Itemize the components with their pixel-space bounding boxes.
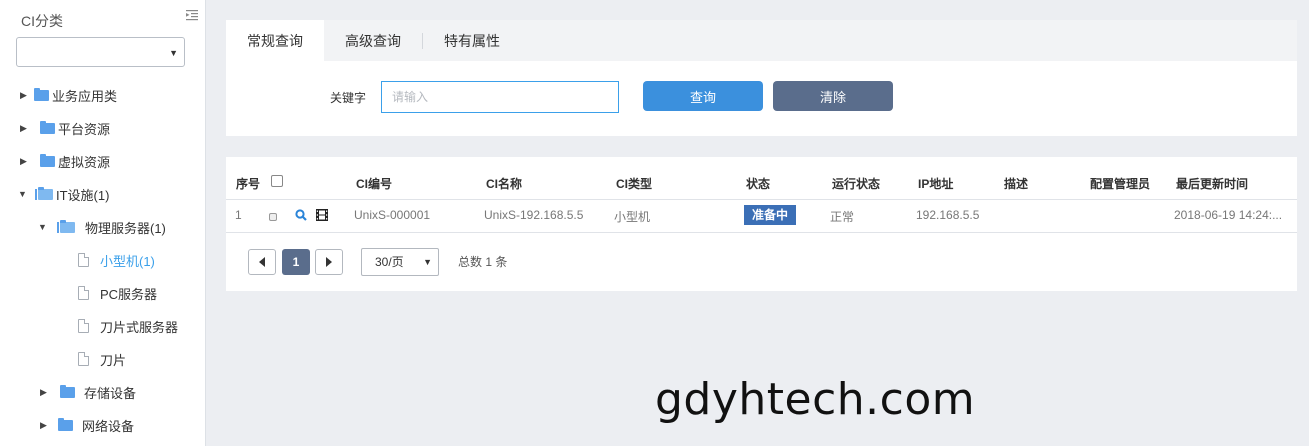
ci-category-sidebar: CI分类 ▼ ▶ 业务应用类 ▶ 平台资源 ▶ 虚拟资源 ▼ IT设施(1) ▼…	[0, 0, 206, 446]
folder-icon	[60, 384, 75, 398]
expand-arrow-icon[interactable]: ▶	[20, 156, 34, 167]
tree-node-it-facilities[interactable]: ▼ IT设施(1)	[18, 183, 109, 205]
tree-node-label: 小型机(1)	[100, 253, 155, 269]
keyword-input[interactable]	[381, 81, 619, 113]
folder-icon	[40, 120, 55, 134]
col-header-run-status[interactable]: 运行状态	[832, 175, 880, 192]
category-select[interactable]: ▼	[16, 37, 185, 67]
tab-basic-query[interactable]: 常规查询	[226, 20, 324, 61]
cell-run-status: 正常	[830, 210, 855, 224]
col-header-ci-id[interactable]: CI编号	[356, 175, 392, 192]
file-icon	[78, 319, 89, 333]
expand-arrow-icon[interactable]: ▶	[40, 420, 54, 431]
status-badge: 准备中	[744, 205, 796, 225]
tree-node-label: 业务应用类	[52, 88, 118, 104]
current-page-button[interactable]: 1	[282, 249, 310, 275]
tree-node-label: 刀片式服务器	[100, 319, 179, 335]
tab-advanced-query[interactable]: 高级查询	[324, 20, 422, 61]
query-button[interactable]: 查询	[643, 81, 763, 111]
tree-node-label: IT设施(1)	[56, 187, 110, 203]
collapse-sidebar-icon[interactable]	[186, 9, 198, 21]
tree-node-blade[interactable]: 刀片	[78, 348, 126, 370]
collapse-arrow-icon[interactable]: ▼	[18, 189, 32, 199]
tree-node-label: 平台资源	[58, 121, 111, 137]
page-size-value: 30/页	[375, 255, 404, 269]
tree-node-minicomputer[interactable]: 小型机(1)	[78, 249, 155, 271]
chevron-right-icon	[326, 257, 332, 267]
chevron-down-icon: ▼	[169, 48, 178, 58]
expand-arrow-icon[interactable]: ▶	[20, 90, 34, 101]
next-page-button[interactable]	[315, 249, 343, 275]
cell-ci-type: 小型机	[614, 210, 651, 224]
search-tabs: 常规查询 高级查询 特有属性	[226, 20, 1297, 61]
cell-index: 1	[235, 208, 242, 222]
tree-node-label: 存储设备	[84, 385, 137, 401]
prev-page-button[interactable]	[248, 249, 276, 275]
cell-updated: 2018-06-19 14:24:...	[1174, 208, 1283, 222]
col-header-description[interactable]: 描述	[1004, 175, 1028, 192]
folder-open-icon	[57, 219, 75, 233]
folder-icon	[58, 417, 73, 431]
expand-arrow-icon[interactable]: ▶	[20, 123, 34, 134]
header-divider	[226, 199, 1297, 200]
keyword-label: 关键字	[330, 91, 367, 105]
col-header-updated[interactable]: 最后更新时间	[1176, 175, 1248, 192]
col-header-ci-name[interactable]: CI名称	[486, 175, 522, 192]
cell-ci-name: UnixS-192.168.5.5	[484, 208, 584, 222]
tree-node-label: 物理服务器(1)	[85, 220, 166, 236]
file-icon	[78, 253, 89, 267]
col-header-status[interactable]: 状态	[746, 175, 770, 192]
select-all-checkbox[interactable]	[271, 175, 283, 187]
sidebar-title: CI分类	[21, 13, 63, 29]
collapse-arrow-icon[interactable]: ▼	[38, 222, 52, 232]
film-icon[interactable]	[316, 209, 328, 221]
col-header-ip[interactable]: IP地址	[918, 175, 953, 192]
tab-special-attributes[interactable]: 特有属性	[423, 20, 521, 61]
folder-open-icon	[35, 186, 53, 200]
col-header-admin[interactable]: 配置管理员	[1090, 175, 1150, 192]
search-icon[interactable]	[295, 209, 307, 221]
ci-table-panel: 序号 CI编号 CI名称 CI类型 状态 运行状态 IP地址 描述 配置管理员 …	[226, 157, 1297, 291]
folder-icon	[34, 87, 49, 101]
col-header-index: 序号	[236, 177, 261, 191]
cell-ip: 192.168.5.5	[916, 208, 980, 222]
expand-arrow-icon[interactable]: ▶	[40, 387, 54, 398]
watermark: gdyhtech.com	[655, 374, 976, 425]
row-divider	[226, 232, 1297, 233]
tree-node-physical-servers[interactable]: ▼ 物理服务器(1)	[38, 216, 166, 238]
tree-node-label: PC服务器	[100, 286, 158, 302]
tree-node-label: 网络设备	[82, 418, 135, 434]
tree-node-business-apps[interactable]: ▶ 业务应用类	[20, 84, 117, 106]
tree-node-platform-resources[interactable]: ▶ 平台资源	[20, 117, 110, 139]
total-count: 总数 1 条	[458, 255, 508, 269]
chevron-left-icon	[259, 257, 265, 267]
col-header-ci-type[interactable]: CI类型	[616, 175, 652, 192]
clear-button[interactable]: 清除	[773, 81, 893, 111]
tree-node-pc-server[interactable]: PC服务器	[78, 282, 157, 304]
tree-node-network-devices[interactable]: ▶ 网络设备	[40, 414, 134, 436]
tree-node-virtual-resources[interactable]: ▶ 虚拟资源	[20, 150, 110, 172]
tree-node-label: 刀片	[100, 352, 127, 368]
tree-node-storage-devices[interactable]: ▶ 存储设备	[40, 381, 136, 403]
tree-node-label: 虚拟资源	[58, 154, 111, 170]
tree-node-blade-server[interactable]: 刀片式服务器	[78, 315, 178, 337]
chevron-down-icon: ▼	[423, 257, 432, 267]
folder-icon	[40, 153, 55, 167]
cell-ci-id: UnixS-000001	[354, 208, 431, 222]
file-icon	[78, 286, 89, 300]
row-checkbox[interactable]	[269, 213, 277, 221]
file-icon	[78, 352, 89, 366]
search-panel: 常规查询 高级查询 特有属性 关键字 查询 清除	[226, 20, 1297, 136]
page-size-select[interactable]: 30/页 ▼	[361, 248, 439, 276]
